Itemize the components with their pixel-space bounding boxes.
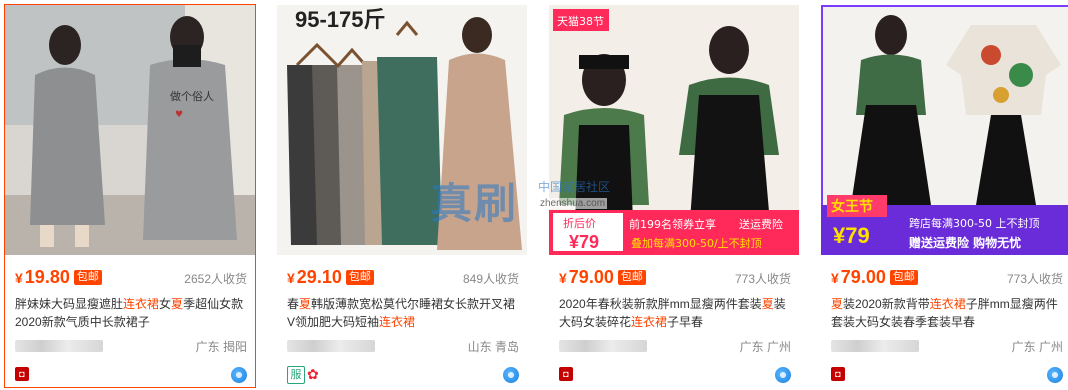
sold-count: 773人收货 (1006, 272, 1063, 286)
flower-badge-icon[interactable]: ✿ (307, 366, 319, 382)
icon-row: ◘ (15, 365, 247, 385)
shop-name-blurred[interactable] (15, 340, 103, 352)
shop-name-blurred[interactable] (831, 340, 919, 352)
tmall-icon[interactable]: ◘ (15, 367, 29, 381)
free-shipping-badge: 包邮 (889, 270, 918, 285)
free-shipping-badge: 包邮 (617, 270, 646, 285)
svg-text:折后价: 折后价 (563, 216, 596, 230)
product-image[interactable]: 95-175斤 (277, 5, 527, 255)
product-image[interactable]: 做个俗人 ♥ (5, 5, 255, 255)
shop-name-blurred[interactable] (287, 340, 375, 352)
wangwang-chat-icon[interactable] (231, 367, 247, 383)
svg-text:送运费险: 送运费险 (739, 217, 783, 231)
svg-text:女王节: 女王节 (831, 198, 873, 215)
sold-count: 849人收货 (462, 272, 519, 286)
location: 广东 广州 (739, 340, 791, 354)
sold-count: 773人收货 (734, 272, 791, 286)
price: ¥29.10 (287, 267, 342, 287)
sold-count: 2652人收货 (184, 272, 247, 286)
title-keyword-highlight: 夏 (761, 297, 774, 311)
shop-name-blurred[interactable] (559, 340, 647, 352)
title-keyword-highlight: 连衣裙 (379, 315, 416, 329)
product-title[interactable]: 春夏韩版薄款宽松莫代尔睡裙女长款开叉裙V领加肥大码短袖连衣裙 (287, 295, 519, 331)
location: 广东 揭阳 (195, 340, 247, 354)
svg-text:前199名领券立享: 前199名领券立享 (629, 217, 716, 231)
weight-range-text: 95-175斤 (295, 7, 386, 32)
product-card-2[interactable]: 95-175斤 ¥29.10 包邮 849人收货 春夏韩版薄款宽松莫代尔睡裙女长款… (276, 4, 528, 388)
shop-row: 广东 广州 (559, 337, 791, 355)
free-shipping-badge: 包邮 (73, 270, 102, 285)
title-keyword-highlight: 夏 (299, 297, 312, 311)
price-row: ¥79.00 包邮 773人收货 (831, 267, 1063, 289)
tmall-icon[interactable]: ◘ (831, 367, 845, 381)
icon-row: ◘ (831, 365, 1063, 385)
product-title[interactable]: 夏装2020新款背带连衣裙子胖mm显瘦两件套装大码女装春季套装早春 (831, 295, 1063, 331)
icon-row: 服 ✿ (287, 365, 519, 385)
svg-text:¥79: ¥79 (833, 223, 870, 248)
price: ¥79.00 (559, 267, 614, 287)
tmall-icon[interactable]: ◘ (559, 367, 573, 381)
svg-text:赠送运费险 购物无忧: 赠送运费险 购物无忧 (909, 235, 1021, 250)
product-image[interactable]: 天猫38节 折后价 ¥79 前199名领券立享 送运费险 叠加每满300-50/… (549, 5, 799, 255)
price: ¥19.80 (15, 267, 70, 287)
svg-text:跨店每满300-50 上不封顶: 跨店每满300-50 上不封顶 (909, 216, 1039, 230)
product-card-4[interactable]: 女王节 ¥79 跨店每满300-50 上不封顶 赠送运费险 购物无忧 ¥79.0… (820, 4, 1068, 388)
service-badge-icon[interactable]: 服 (287, 366, 305, 384)
svg-text:天猫38节: 天猫38节 (557, 15, 604, 28)
location: 山东 青岛 (467, 340, 519, 354)
title-keyword-highlight: 连衣裙 (123, 297, 160, 311)
title-text: 2020年春秋装新款胖mm显瘦两件套装 (559, 297, 762, 311)
price-row: ¥19.80 包邮 2652人收货 (15, 267, 247, 289)
svg-text:♥: ♥ (175, 110, 183, 120)
product-title[interactable]: 2020年春秋装新款胖mm显瘦两件套装夏装大码女装碎花连衣裙子早春 (559, 295, 791, 331)
title-keyword-highlight: 连衣裙 (929, 297, 966, 311)
wangwang-chat-icon[interactable] (503, 367, 519, 383)
product-title[interactable]: 胖妹妹大码显瘦遮肚连衣裙女夏季超仙女款2020新款气质中长款裙子 (15, 295, 247, 331)
title-text: 子早春 (667, 315, 704, 329)
title-keyword-highlight: 夏 (171, 297, 184, 311)
wangwang-chat-icon[interactable] (775, 367, 791, 383)
price: ¥79.00 (831, 267, 886, 287)
svg-text:¥79: ¥79 (569, 232, 599, 252)
title-text: 春 (287, 297, 300, 311)
location: 广东 广州 (1011, 340, 1063, 354)
title-text: 女 (159, 297, 172, 311)
shop-row: 山东 青岛 (287, 337, 519, 355)
title-text: 胖妹妹大码显瘦遮肚 (15, 297, 124, 311)
shop-row: 广东 揭阳 (15, 337, 247, 355)
product-image[interactable]: 女王节 ¥79 跨店每满300-50 上不封顶 赠送运费险 购物无忧 (821, 5, 1068, 255)
title-keyword-highlight: 夏 (831, 297, 844, 311)
product-card-1[interactable]: 做个俗人 ♥ ¥19.80 包邮 2652人收货 胖妹妹大码显瘦遮肚连衣裙女夏季超… (4, 4, 256, 388)
shop-row: 广东 广州 (831, 337, 1063, 355)
icon-row: ◘ (559, 365, 791, 385)
product-card-3[interactable]: 天猫38节 折后价 ¥79 前199名领券立享 送运费险 叠加每满300-50/… (548, 4, 800, 388)
title-keyword-highlight: 连衣裙 (631, 315, 668, 329)
free-shipping-badge: 包邮 (345, 270, 374, 285)
svg-text:做个俗人: 做个俗人 (170, 89, 214, 103)
wangwang-chat-icon[interactable] (1047, 367, 1063, 383)
price-row: ¥79.00 包邮 773人收货 (559, 267, 791, 289)
svg-text:叠加每满300-50/上不封顶: 叠加每满300-50/上不封顶 (631, 236, 762, 250)
title-text: 装2020新款背带 (843, 297, 930, 311)
price-row: ¥29.10 包邮 849人收货 (287, 267, 519, 289)
